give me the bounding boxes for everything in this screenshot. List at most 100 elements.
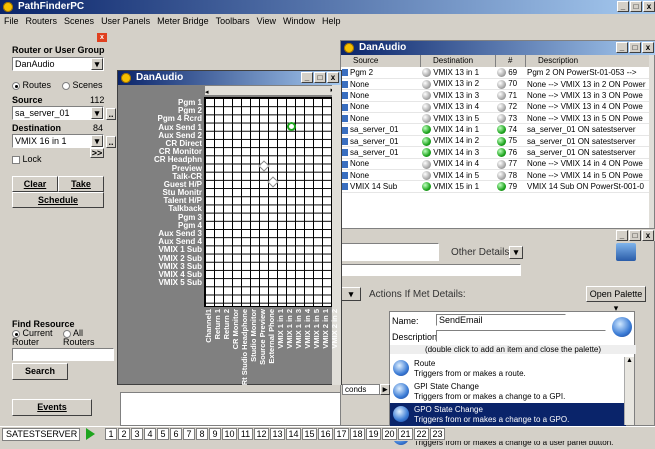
crosspoint-title-bar[interactable]: DanAudio _ □ x	[118, 71, 341, 85]
column-header-number[interactable]: #	[496, 55, 526, 67]
seconds-control[interactable]: conds	[342, 384, 380, 395]
minimize-button[interactable]: _	[301, 72, 313, 83]
event-field-input[interactable]	[341, 243, 439, 261]
column-header-destination[interactable]: Destination	[421, 55, 496, 67]
chevron-down-icon[interactable]: ▾	[91, 135, 103, 147]
table-row[interactable]: sa_server_01 VMIX 14 in 2 75 sa_server_01…	[341, 135, 651, 148]
app-title-bar[interactable]: PathFinderPC _ □ x	[0, 0, 655, 14]
crosspoint-active[interactable]	[287, 122, 296, 131]
close-button[interactable]: x	[642, 230, 654, 241]
maximize-button[interactable]: □	[629, 42, 641, 53]
group-tab[interactable]: 12	[254, 428, 269, 440]
crosspoint-locked[interactable]	[258, 160, 270, 172]
group-tab[interactable]: 23	[430, 428, 445, 440]
group-tab[interactable]: 20	[382, 428, 397, 440]
menu-item-window[interactable]: Window	[283, 15, 315, 28]
seconds-arrow[interactable]: ▸	[380, 384, 390, 395]
router-group-select[interactable]: DanAudio ▾	[12, 57, 104, 71]
table-row[interactable]: VMIX 14 Sub VMIX 15 in 1 79 VMIX 14 Sub O…	[341, 180, 651, 193]
group-tab[interactable]: 2	[118, 428, 130, 440]
name-input[interactable]: SendEmail	[436, 314, 566, 326]
group-tab[interactable]: 10	[222, 428, 237, 440]
palette-item[interactable]: GPI State Change Triggers from or makes a…	[390, 380, 626, 403]
source-more-button[interactable]: ..	[106, 108, 116, 120]
group-tab[interactable]: 3	[131, 428, 143, 440]
clear-button[interactable]: Clear	[12, 176, 58, 192]
events-button[interactable]: Events	[12, 399, 92, 416]
lock-checkbox[interactable]: Lock	[12, 154, 42, 164]
table-row[interactable]: None VMIX 13 in 4 72 None --> VMIX 13 in …	[341, 101, 651, 114]
trigger-dropdown[interactable]: ▾	[341, 287, 361, 301]
all-routers-radio[interactable]: All Routers	[63, 329, 108, 347]
group-tab[interactable]: 18	[350, 428, 365, 440]
menu-item-toolbars[interactable]: Toolbars	[216, 15, 250, 28]
crosspoint-grid[interactable]	[204, 97, 332, 307]
event-window-title-bar[interactable]: _ □ x	[341, 229, 655, 241]
group-tab[interactable]: 9	[209, 428, 221, 440]
close-button[interactable]: x	[643, 1, 655, 12]
routes-title-bar[interactable]: DanAudio _ □ x	[341, 41, 655, 55]
crosspoint-hscroll[interactable]: ◂▸	[204, 85, 337, 96]
routes-scrollbar[interactable]	[649, 55, 654, 255]
menu-item-user-panels[interactable]: User Panels	[101, 15, 150, 28]
maximize-button[interactable]: □	[629, 230, 641, 241]
close-button[interactable]: x	[327, 72, 339, 83]
minimize-button[interactable]: _	[616, 42, 628, 53]
table-row[interactable]: Pgm 2 VMIX 13 in 1 69 Pgm 2 ON PowerSt-01…	[341, 67, 651, 79]
maximize-button[interactable]: □	[314, 72, 326, 83]
group-tab[interactable]: 19	[366, 428, 381, 440]
description-input[interactable]	[436, 330, 606, 342]
menu-item-file[interactable]: File	[4, 15, 19, 28]
minimize-button[interactable]: _	[616, 230, 628, 241]
search-button[interactable]: Search	[12, 363, 68, 380]
other-details-dropdown[interactable]: ▾	[509, 246, 523, 259]
close-button[interactable]: x	[642, 42, 654, 53]
destination-select[interactable]: VMIX 16 in 1 ▾	[12, 134, 104, 148]
open-palette-button[interactable]: Open Palette ▾	[586, 286, 646, 313]
menu-item-routers[interactable]: Routers	[26, 15, 58, 28]
table-row[interactable]: None VMIX 14 in 4 77 None --> VMIX 14 in …	[341, 158, 651, 171]
menu-item-scenes[interactable]: Scenes	[64, 15, 94, 28]
table-row[interactable]: None VMIX 13 in 3 71 None --> VMIX 13 in …	[341, 89, 651, 102]
panel-close-icon[interactable]: x	[97, 33, 107, 42]
maximize-button[interactable]: □	[630, 1, 642, 12]
current-router-radio[interactable]: Current Router	[12, 329, 62, 347]
palette-item[interactable]: GPO State Change Triggers from or makes a…	[390, 403, 626, 426]
group-tab[interactable]: 21	[398, 428, 413, 440]
take-button[interactable]: Take	[58, 176, 104, 192]
group-tab[interactable]: 6	[170, 428, 182, 440]
palette-item[interactable]: Route Triggers from or makes a route.	[390, 357, 626, 380]
table-row[interactable]: None VMIX 13 in 2 70 None --> VMIX 13 in …	[341, 78, 651, 91]
group-tab[interactable]: 17	[334, 428, 349, 440]
column-header-source[interactable]: Source	[341, 55, 421, 67]
group-tab[interactable]: 11	[238, 428, 253, 440]
table-row[interactable]: None VMIX 13 in 5 73 None --> VMIX 13 in …	[341, 112, 651, 125]
palette-scrollbar[interactable]: ▲	[624, 357, 634, 425]
event-detail-input[interactable]	[341, 264, 521, 276]
group-tab[interactable]: 4	[144, 428, 156, 440]
expand-button[interactable]: >>	[90, 148, 104, 158]
group-tab[interactable]: 1	[105, 428, 117, 440]
routes-radio[interactable]: Routes	[12, 80, 51, 90]
group-tab[interactable]: 14	[286, 428, 301, 440]
chevron-down-icon[interactable]: ▾	[91, 58, 103, 70]
minimize-button[interactable]: _	[617, 1, 629, 12]
group-tab[interactable]: 15	[302, 428, 317, 440]
menu-item-meter-bridge[interactable]: Meter Bridge	[157, 15, 209, 28]
table-row[interactable]: sa_server_01 VMIX 14 in 3 76 sa_server_01…	[341, 146, 651, 159]
group-tab[interactable]: 5	[157, 428, 169, 440]
group-tab[interactable]: 8	[196, 428, 208, 440]
table-row[interactable]: sa_server_01 VMIX 14 in 1 74 sa_server_01…	[341, 123, 651, 136]
menu-item-view[interactable]: View	[257, 15, 276, 28]
group-tab[interactable]: 22	[414, 428, 429, 440]
crosspoint-locked[interactable]	[267, 176, 279, 188]
group-tab[interactable]: 7	[183, 428, 195, 440]
find-resource-input[interactable]	[12, 348, 114, 361]
table-row[interactable]: None VMIX 14 in 5 78 None --> VMIX 14 in …	[341, 169, 651, 182]
column-header-description[interactable]: Description	[526, 55, 651, 67]
source-select[interactable]: sa_server_01 ▾	[12, 106, 104, 120]
menu-item-help[interactable]: Help	[322, 15, 341, 28]
group-tab[interactable]: 13	[270, 428, 285, 440]
group-tab[interactable]: 16	[318, 428, 333, 440]
scenes-radio[interactable]: Scenes	[62, 80, 103, 90]
